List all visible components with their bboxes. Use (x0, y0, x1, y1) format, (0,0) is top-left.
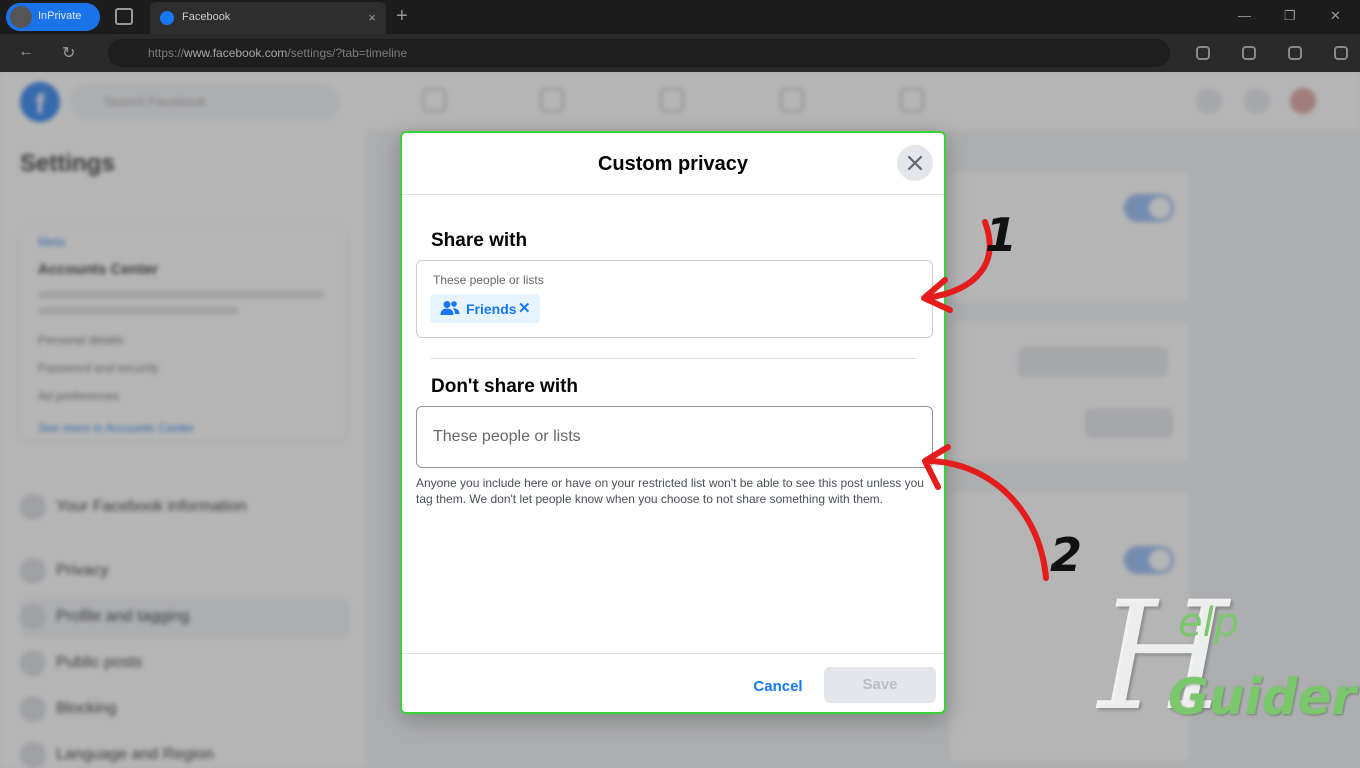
url-field[interactable]: https://www.facebook.com/settings/?tab=t… (108, 39, 1170, 67)
annotation-step-1: 1 (985, 208, 1018, 262)
avatar (10, 6, 32, 28)
tab-title: Facebook (182, 11, 231, 23)
back-arrow-icon[interactable]: ← (18, 43, 34, 61)
friends-icon (440, 301, 460, 315)
dialog-footer-divider (402, 653, 944, 654)
dialog-header: Custom privacy (402, 133, 944, 195)
new-tab-button[interactable]: + (396, 5, 408, 28)
refresh-icon[interactable]: ↻ (62, 43, 75, 63)
browser-tabbar: InPrivate Facebook × + — ❐ ✕ (0, 0, 1360, 34)
window-close-button[interactable]: ✕ (1330, 8, 1341, 24)
remove-friends-icon[interactable]: ✕ (518, 299, 531, 317)
favorites-icon[interactable] (1196, 46, 1210, 60)
dont-share-helper-text: Anyone you include here or have on your … (416, 476, 924, 506)
facebook-favicon-icon (160, 11, 174, 25)
collections-icon[interactable] (1242, 46, 1256, 60)
dont-share-with-input[interactable] (416, 406, 933, 468)
friends-chip[interactable]: Friends ✕ (430, 294, 540, 323)
section-divider (431, 358, 917, 359)
extensions-icon[interactable] (1288, 46, 1302, 60)
watermark-guider: Guider (1168, 668, 1357, 726)
dialog-title: Custom privacy (597, 153, 749, 175)
browser-address-bar: ← ↻ https://www.facebook.com/settings/?t… (0, 34, 1360, 72)
share-with-heading: Share with (431, 230, 528, 251)
share-with-field[interactable]: These people or lists Friends ✕ (416, 260, 933, 338)
tab-facebook[interactable]: Facebook × (150, 2, 386, 34)
close-icon (907, 155, 923, 171)
inprivate-profile-button[interactable]: InPrivate (6, 3, 100, 31)
save-button[interactable]: Save (824, 667, 936, 703)
profile-label: InPrivate (38, 10, 82, 22)
helpguider-watermark: H elp Guider (1058, 570, 1356, 765)
url-text: https://www.facebook.com/settings/?tab=t… (148, 46, 408, 60)
dont-share-with-heading: Don't share with (431, 376, 579, 397)
minimize-button[interactable]: — (1238, 8, 1251, 23)
menu-icon[interactable] (1334, 46, 1348, 60)
tab-actions-icon[interactable] (115, 8, 133, 25)
custom-privacy-dialog: Custom privacy Share with These people o… (400, 131, 946, 714)
cancel-button[interactable]: Cancel (742, 669, 814, 705)
close-button[interactable] (897, 145, 933, 181)
watermark-elp: elp (1178, 600, 1240, 646)
annotation-step-2: 2 (1050, 528, 1083, 582)
tab-close-icon[interactable]: × (368, 10, 376, 25)
maximize-button[interactable]: ❐ (1284, 8, 1296, 24)
share-with-label: These people or lists (433, 273, 544, 287)
friends-chip-label: Friends (466, 301, 517, 317)
